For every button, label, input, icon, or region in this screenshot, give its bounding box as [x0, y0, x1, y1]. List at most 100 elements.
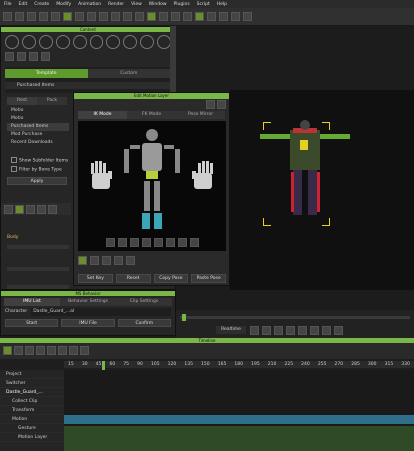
tab-fk-mode[interactable]: FK Mode	[127, 111, 176, 119]
menu-animation[interactable]: Animation	[78, 2, 101, 7]
layer-clip[interactable]	[64, 426, 414, 451]
menu-modify[interactable]: Modify	[56, 2, 71, 7]
tool-icon[interactable]	[114, 255, 123, 265]
imu-file-button[interactable]: IMU File	[61, 319, 115, 327]
tab-imu-list[interactable]: IMU List	[4, 298, 60, 306]
apply-button[interactable]: Apply	[7, 177, 67, 185]
mocap-icon[interactable]	[207, 12, 216, 21]
menu-edit[interactable]: Edit	[19, 2, 28, 7]
skeleton-figure[interactable]	[78, 121, 226, 251]
tree-item[interactable]: Purchased Items	[7, 123, 69, 131]
filter-icon[interactable]	[41, 52, 50, 61]
stop-icon[interactable]	[262, 326, 271, 335]
track-row[interactable]: Motion Layer	[0, 433, 64, 442]
pose-preset-icon[interactable]	[190, 238, 199, 247]
filter-bone-check[interactable]: Filter by Bone Type	[11, 166, 71, 173]
modify-icon[interactable]	[4, 204, 13, 214]
tab-custom[interactable]: Custom	[87, 69, 170, 78]
checkbox-icon[interactable]	[11, 166, 17, 172]
settings-icon[interactable]	[231, 12, 240, 21]
timeline-ruler[interactable]: 15 30 45 60 75 90 105 120 135 150 165 180 195 210 225 2…	[64, 361, 414, 368]
tree-item[interactable]: Mod Purchase	[7, 131, 69, 139]
tab-ik-mode[interactable]: IK Mode	[78, 111, 127, 119]
loop-icon[interactable]	[298, 326, 307, 335]
viewport[interactable]	[230, 90, 414, 290]
side-strip[interactable]	[170, 26, 176, 92]
camera-icon[interactable]	[89, 35, 104, 49]
menu-window[interactable]: Window	[149, 2, 167, 7]
undo-icon[interactable]	[39, 12, 48, 21]
attribute-icon[interactable]	[26, 204, 35, 214]
tree-item[interactable]: Motio	[7, 115, 69, 123]
track-row[interactable]: Transform	[0, 406, 64, 415]
select-icon[interactable]	[63, 12, 72, 21]
tab-behavior-settings[interactable]: Behavior Settings	[60, 298, 116, 306]
preview-icon[interactable]	[147, 12, 156, 21]
set-key-button[interactable]: Set Key	[78, 274, 113, 283]
motion-icon[interactable]	[72, 35, 87, 49]
curve-icon[interactable]	[219, 12, 228, 21]
pose-preset-icon[interactable]	[154, 238, 163, 247]
tool-icon[interactable]	[90, 255, 99, 265]
start-button[interactable]: Start	[5, 319, 59, 327]
tool-icon[interactable]	[102, 255, 111, 265]
tree-item[interactable]: Recent Downloads	[7, 139, 69, 147]
tab-itest[interactable]: Itest	[7, 97, 37, 105]
pose-preset-icon[interactable]	[118, 238, 127, 247]
tree-item[interactable]: Motio	[7, 107, 69, 115]
material-tab-icon[interactable]	[37, 204, 46, 214]
playback-mode[interactable]: Realtime	[216, 326, 246, 334]
pose-preset-icon[interactable]	[166, 238, 175, 247]
menu-file[interactable]: File	[4, 2, 12, 7]
tl-tool-icon[interactable]	[36, 346, 45, 355]
pin-tool-icon[interactable]	[78, 255, 87, 265]
next-frame-icon[interactable]	[286, 326, 295, 335]
slider-track[interactable]	[7, 285, 69, 289]
track-row[interactable]: Gesture	[0, 424, 64, 433]
tl-tool-icon[interactable]	[80, 346, 89, 355]
character-value[interactable]: Dastle_Guard_...al	[31, 308, 171, 316]
puppet-icon[interactable]	[195, 12, 204, 21]
effect-icon[interactable]	[140, 35, 155, 49]
first-frame-icon[interactable]	[310, 326, 319, 335]
pose-preset-icon[interactable]	[106, 238, 115, 247]
avatar-icon[interactable]	[5, 35, 19, 49]
grid-icon[interactable]	[135, 12, 144, 21]
scene-icon[interactable]	[55, 35, 70, 49]
morph-icon[interactable]	[48, 204, 57, 214]
tl-tool-icon[interactable]	[14, 346, 23, 355]
track-area[interactable]	[64, 370, 414, 451]
menu-create[interactable]: Create	[34, 2, 49, 7]
reset-button[interactable]: Reset	[115, 274, 151, 283]
camera-icon[interactable]	[111, 12, 120, 21]
prev-frame-icon[interactable]	[274, 326, 283, 335]
stage-icon[interactable]	[38, 35, 53, 49]
new-project-icon[interactable]	[3, 12, 12, 21]
tl-tool-icon[interactable]	[47, 346, 56, 355]
tl-tool-icon[interactable]	[3, 346, 12, 355]
record-icon[interactable]	[334, 326, 343, 335]
slider-track[interactable]	[7, 267, 69, 271]
folder-icon[interactable]	[5, 52, 14, 61]
checkbox-icon[interactable]	[11, 157, 17, 163]
track-row[interactable]: Dastle_Guard_...	[0, 388, 64, 397]
track-row[interactable]: Collect Clip	[0, 397, 64, 406]
help-icon[interactable]	[217, 100, 226, 109]
tl-tool-icon[interactable]	[25, 346, 34, 355]
motion-clip[interactable]	[64, 415, 414, 424]
material-icon[interactable]	[157, 35, 172, 49]
tl-tool-icon[interactable]	[58, 346, 67, 355]
tab-pose-mirror[interactable]: Pose Mirror	[176, 111, 225, 119]
tab-clip-settings[interactable]: Clip Settings	[116, 298, 172, 306]
pose-preset-icon[interactable]	[142, 238, 151, 247]
pivot-icon[interactable]	[183, 12, 192, 21]
fullscreen-icon[interactable]	[243, 12, 252, 21]
save-icon[interactable]	[27, 12, 36, 21]
pose-preset-icon[interactable]	[130, 238, 139, 247]
list-icon[interactable]	[17, 52, 26, 61]
menu-plugins[interactable]: Plugins	[174, 2, 190, 7]
menu-help[interactable]: Help	[217, 2, 227, 7]
sound-icon[interactable]	[123, 35, 138, 49]
tab-pack[interactable]: Pack	[37, 97, 67, 105]
tl-tool-icon[interactable]	[69, 346, 78, 355]
